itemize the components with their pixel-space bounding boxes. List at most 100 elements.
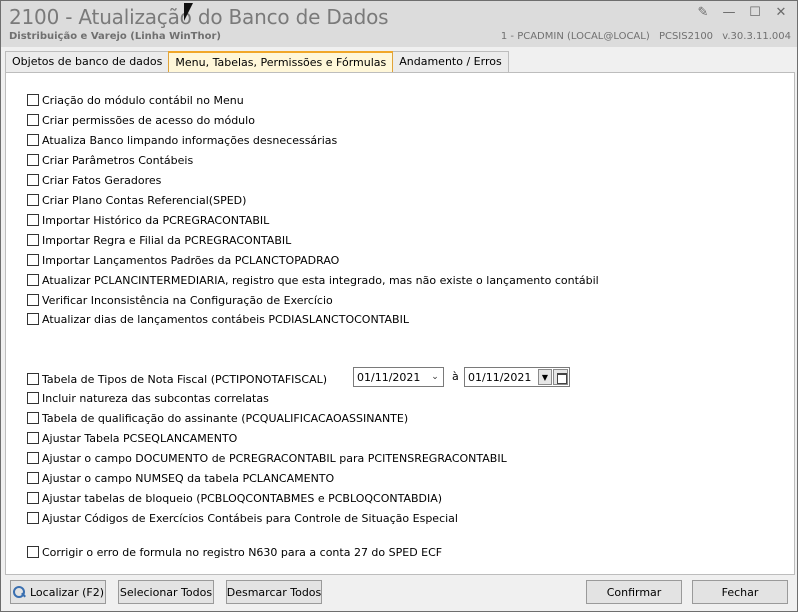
minimize-icon[interactable]: — xyxy=(721,5,737,21)
start-date-value: 01/11/2021 xyxy=(357,370,421,384)
checkbox[interactable] xyxy=(27,432,39,444)
option-row[interactable]: Criar Plano Contas Referencial(SPED) xyxy=(27,192,246,208)
edit-icon[interactable]: ✎ xyxy=(695,5,711,21)
checkbox[interactable] xyxy=(27,234,39,246)
option-row[interactable]: Ajustar o campo DOCUMENTO de PCREGRACONT… xyxy=(27,450,507,466)
options-panel: Criação do módulo contábil no Menu Criar… xyxy=(5,72,795,575)
selecionar-todos-button[interactable]: Selecionar Todos xyxy=(118,580,214,604)
mouse-cursor-icon xyxy=(184,3,193,21)
option-label: Tabela de Tipos de Nota Fiscal (PCTIPONO… xyxy=(42,372,328,386)
option-row[interactable]: Tabela de Tipos de Nota Fiscal (PCTIPONO… xyxy=(27,371,327,387)
option-label: Atualiza Banco limpando informações desn… xyxy=(42,133,338,147)
option-label: Ajustar tabelas de bloqueio (PCBLOQCONTA… xyxy=(42,491,443,505)
option-label: Criar Plano Contas Referencial(SPED) xyxy=(42,193,247,207)
fechar-button[interactable]: Fechar xyxy=(692,580,788,604)
dropdown-arrow-icon[interactable]: ▼ xyxy=(538,369,552,385)
option-label: Ajustar Códigos de Exercícios Contábeis … xyxy=(42,511,458,525)
option-row[interactable]: Criação do módulo contábil no Menu xyxy=(27,92,244,108)
user-info: 1 - PCADMIN (LOCAL@LOCAL) xyxy=(500,31,650,42)
option-label: Corrigir o erro de formula no registro N… xyxy=(42,545,443,559)
option-row[interactable]: Importar Regra e Filial da PCREGRACONTAB… xyxy=(27,232,291,248)
desmarcar-todos-button[interactable]: Desmarcar Todos xyxy=(226,580,322,604)
option-row[interactable]: Atualizar dias de lançamentos contábeis … xyxy=(27,311,409,327)
title-bar: 2100 - Atualização do Banco de Dados Dis… xyxy=(1,1,797,47)
option-label: Ajustar Tabela PCSEQLANCAMENTO xyxy=(42,431,238,445)
checkbox[interactable] xyxy=(27,373,39,385)
option-row[interactable]: Ajustar o campo NUMSEQ da tabela PCLANCA… xyxy=(27,470,334,486)
option-label: Tabela de qualificação do assinante (PCQ… xyxy=(42,411,409,425)
localizar-button[interactable]: Localizar (F2) xyxy=(10,580,106,604)
end-date-value: 01/11/2021 xyxy=(468,370,532,384)
option-row[interactable]: Ajustar Tabela PCSEQLANCAMENTO xyxy=(27,430,237,446)
confirmar-label: Confirmar xyxy=(606,585,662,599)
option-label: Criar Fatos Geradores xyxy=(42,173,162,187)
localizar-label: Localizar (F2) xyxy=(29,585,104,599)
desmarcar-todos-label: Desmarcar Todos xyxy=(226,585,322,599)
checkbox[interactable] xyxy=(27,313,39,325)
option-label: Ajustar o campo DOCUMENTO de PCREGRACONT… xyxy=(42,451,507,465)
checkbox[interactable] xyxy=(27,214,39,226)
option-row[interactable]: Corrigir o erro de formula no registro N… xyxy=(27,544,442,560)
option-row[interactable]: Importar Lançamentos Padrões da PCLANCTO… xyxy=(27,252,339,268)
option-label: Ajustar o campo NUMSEQ da tabela PCLANCA… xyxy=(42,471,335,485)
checkbox[interactable] xyxy=(27,94,39,106)
option-row[interactable]: Ajustar tabelas de bloqueio (PCBLOQCONTA… xyxy=(27,490,442,506)
maximize-icon[interactable]: ☐ xyxy=(747,5,763,21)
option-row[interactable]: Criar Fatos Geradores xyxy=(27,172,161,188)
option-row[interactable]: Tabela de qualificação do assinante (PCQ… xyxy=(27,410,408,426)
option-row[interactable]: Criar Parâmetros Contábeis xyxy=(27,152,193,168)
window-title: 2100 - Atualização do Banco de Dados xyxy=(9,5,389,29)
chevron-down-icon[interactable]: ⌄ xyxy=(429,371,441,383)
option-label: Criar Parâmetros Contábeis xyxy=(42,153,194,167)
option-label: Incluir natureza das subcontas correlata… xyxy=(42,391,269,405)
footer-bar: Localizar (F2) Selecionar Todos Desmarca… xyxy=(1,575,797,611)
option-row[interactable]: Atualizar PCLANCINTERMEDIARIA, registro … xyxy=(27,272,599,288)
checkbox[interactable] xyxy=(27,452,39,464)
tab-objetos-banco[interactable]: Objetos de banco de dados xyxy=(5,51,170,72)
program-code: PCSIS2100 xyxy=(658,31,714,42)
checkbox[interactable] xyxy=(27,412,39,424)
checkbox[interactable] xyxy=(27,492,39,504)
start-date-picker[interactable]: 01/11/2021 ⌄ xyxy=(353,367,444,387)
search-icon xyxy=(12,585,26,599)
selecionar-todos-label: Selecionar Todos xyxy=(119,585,213,599)
session-info: 1 - PCADMIN (LOCAL@LOCAL) PCSIS2100 v.30… xyxy=(495,31,791,42)
confirmar-button[interactable]: Confirmar xyxy=(586,580,682,604)
checkbox[interactable] xyxy=(27,546,39,558)
checkbox[interactable] xyxy=(27,134,39,146)
checkbox[interactable] xyxy=(27,274,39,286)
option-row[interactable]: Verificar Inconsistência na Configuração… xyxy=(27,292,333,308)
checkbox[interactable] xyxy=(27,392,39,404)
option-label: Importar Histórico da PCREGRACONTABIL xyxy=(42,213,270,227)
checkbox[interactable] xyxy=(27,114,39,126)
window-subtitle: Distribuição e Varejo (Linha WinThor) xyxy=(9,31,221,42)
checkbox[interactable] xyxy=(27,194,39,206)
fechar-label: Fechar xyxy=(721,585,759,599)
checkbox[interactable] xyxy=(27,294,39,306)
option-label: Importar Lançamentos Padrões da PCLANCTO… xyxy=(42,253,340,267)
close-icon[interactable]: ✕ xyxy=(773,5,789,21)
window-controls: ✎ — ☐ ✕ xyxy=(695,5,789,21)
checkbox[interactable] xyxy=(27,472,39,484)
tab-andamento-erros[interactable]: Andamento / Erros xyxy=(392,51,509,72)
option-label: Atualizar PCLANCINTERMEDIARIA, registro … xyxy=(42,273,599,287)
tab-menu-tabelas[interactable]: Menu, Tabelas, Permissões e Fórmulas xyxy=(168,51,394,73)
end-date-picker[interactable]: 01/11/2021 ▼ xyxy=(464,367,570,387)
tab-bar: Objetos de banco de dados Menu, Tabelas,… xyxy=(5,51,509,73)
calendar-icon[interactable] xyxy=(553,369,568,385)
checkbox[interactable] xyxy=(27,254,39,266)
checkbox[interactable] xyxy=(27,512,39,524)
option-label: Importar Regra e Filial da PCREGRACONTAB… xyxy=(42,233,292,247)
option-label: Atualizar dias de lançamentos contábeis … xyxy=(42,312,409,326)
option-row[interactable]: Importar Histórico da PCREGRACONTABIL xyxy=(27,212,269,228)
option-label: Verificar Inconsistência na Configuração… xyxy=(42,293,333,307)
version-info: v.30.3.11.004 xyxy=(722,31,791,42)
option-row[interactable]: Atualiza Banco limpando informações desn… xyxy=(27,132,337,148)
checkbox[interactable] xyxy=(27,154,39,166)
option-row[interactable]: Criar permissões de acesso do módulo xyxy=(27,112,255,128)
date-range-separator: à xyxy=(452,370,459,383)
checkbox[interactable] xyxy=(27,174,39,186)
option-row[interactable]: Incluir natureza das subcontas correlata… xyxy=(27,390,269,406)
option-row[interactable]: Ajustar Códigos de Exercícios Contábeis … xyxy=(27,510,458,526)
option-label: Criação do módulo contábil no Menu xyxy=(42,93,244,107)
